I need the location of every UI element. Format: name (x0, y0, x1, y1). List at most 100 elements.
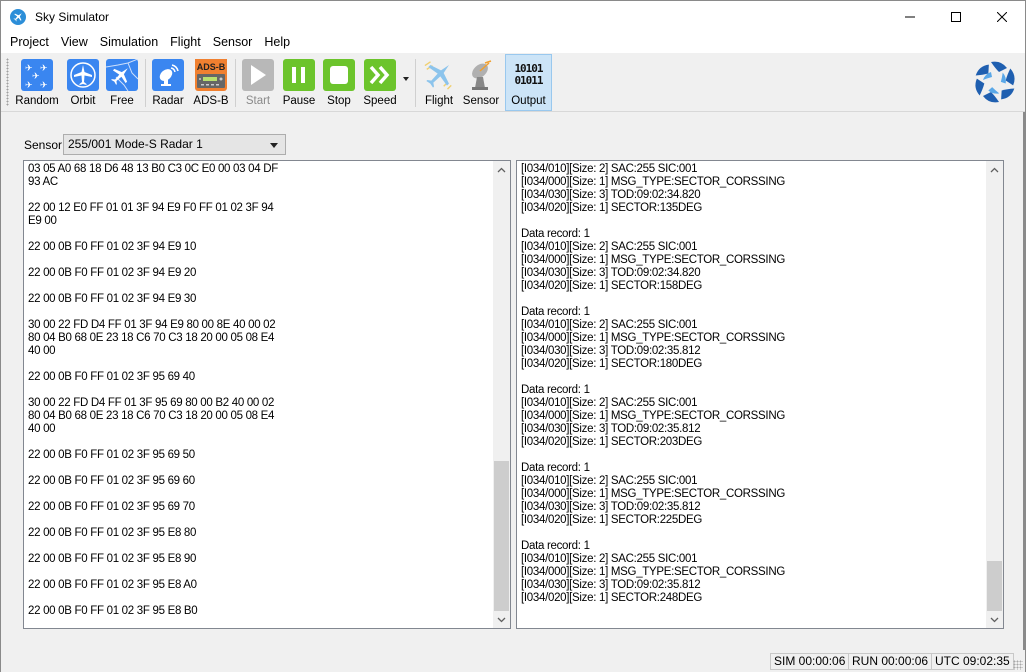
stop-button[interactable]: Stop (321, 55, 357, 110)
output-line: [I034/020][Size: 1] SECTOR:158DEG (521, 280, 703, 292)
output-line: [I034/030][Size: 3] TOD:09:02:34.820 (521, 267, 701, 279)
minimize-button[interactable] (887, 1, 933, 32)
speed-label: Speed (363, 95, 397, 107)
resize-grip[interactable] (1013, 660, 1023, 670)
output-line: [I034/000][Size: 1] MSG_TYPE:SECTOR_CORS… (521, 176, 785, 188)
svg-text:✈: ✈ (40, 63, 48, 73)
adsb-receiver-icon: ADS-B (195, 59, 227, 91)
scroll-down-button[interactable] (986, 611, 1003, 628)
scroll-up-button[interactable] (986, 161, 1003, 178)
minimize-icon (905, 16, 915, 17)
random-button[interactable]: ✈ ✈ ✈ ✈ ✈ Random (14, 55, 60, 110)
pause-button[interactable]: Pause (280, 55, 318, 110)
decoded-scrollbar[interactable] (986, 161, 1003, 628)
sim-time: SIM 00:00:06 (770, 653, 850, 670)
sensor-field-label: Sensor (24, 138, 63, 152)
menu-flight[interactable]: Flight (164, 32, 207, 53)
output-line: [I034/000][Size: 1] MSG_TYPE:SECTOR_CORS… (521, 332, 785, 344)
random-label: Random (15, 95, 59, 107)
toolbar-grip[interactable] (6, 58, 9, 106)
output-line: [I034/020][Size: 1] SECTOR:180DEG (521, 358, 703, 370)
menu-view[interactable]: View (55, 32, 94, 53)
output-line: 30 00 22 FD D4 FF 01 3F 94 E9 80 00 8E 4… (28, 319, 276, 331)
speed-dropdown-arrow-icon[interactable] (403, 77, 409, 81)
orbit-button[interactable]: Orbit (63, 55, 103, 110)
output-line: 80 04 B0 68 0E 23 18 C6 70 C3 18 20 00 0… (28, 332, 275, 344)
maximize-icon (951, 11, 961, 22)
output-line: [I034/010][Size: 2] SAC:255 SIC:001 (521, 553, 698, 565)
output-line: 22 00 0B F0 FF 01 02 3F 95 E8 90 (28, 553, 197, 565)
orbit-plane-icon (67, 59, 99, 91)
output-line: [I034/010][Size: 2] SAC:255 SIC:001 (521, 475, 698, 487)
utc-time: UTC 09:02:35 (931, 653, 1014, 670)
output-line: 22 00 0B F0 FF 01 02 3F 95 69 60 (28, 475, 195, 487)
hex-scrollbar[interactable] (493, 161, 510, 628)
maximize-button[interactable] (933, 1, 979, 32)
output-line: [I034/000][Size: 1] MSG_TYPE:SECTOR_CORS… (521, 410, 785, 422)
close-button[interactable] (979, 1, 1025, 32)
app-plane-icon (10, 8, 26, 25)
close-icon (997, 11, 1007, 22)
output-line: [I034/000][Size: 1] MSG_TYPE:SECTOR_CORS… (521, 488, 785, 500)
chevron-down-icon (497, 617, 506, 622)
adsb-button[interactable]: ADS-B ADS-B (191, 55, 231, 110)
output-label: Output (511, 95, 546, 107)
free-flight-icon (106, 59, 138, 91)
output-line: 80 04 B0 68 0E 23 18 C6 70 C3 18 20 00 0… (28, 410, 275, 422)
output-line: Data record: 1 (521, 228, 590, 240)
output-line: 22 00 0B F0 FF 01 02 3F 95 E8 A0 (28, 579, 197, 591)
menu-sensor[interactable]: Sensor (207, 32, 259, 53)
stop-icon (323, 59, 355, 91)
radar-dish-icon (152, 59, 184, 91)
sensor-antenna-icon (465, 59, 497, 91)
output-line: 30 00 22 FD D4 FF 01 3F 95 69 80 00 B2 4… (28, 397, 275, 409)
toolbar-separator (145, 59, 146, 107)
adsb-label: ADS-B (193, 95, 229, 107)
start-button[interactable]: Start (239, 55, 277, 110)
output-line: 22 00 0B F0 FF 01 02 3F 94 E9 30 (28, 293, 197, 305)
flight-button[interactable]: Flight (419, 55, 459, 110)
output-line: 22 00 0B F0 FF 01 02 3F 94 E9 20 (28, 267, 197, 279)
window-edge (1023, 112, 1025, 650)
scroll-thumb[interactable] (494, 461, 509, 611)
output-line: 22 00 12 E0 FF 01 01 3F 94 E9 F0 FF 01 0… (28, 202, 274, 214)
free-button[interactable]: Free (102, 55, 142, 110)
radar-button[interactable]: Radar (149, 55, 187, 110)
hex-output-panel[interactable]: 03 05 A0 68 18 D6 48 13 B0 C3 0C E0 00 0… (23, 160, 511, 629)
output-line: [I034/020][Size: 1] SECTOR:135DEG (521, 202, 703, 214)
sensor-button[interactable]: Sensor (461, 55, 501, 110)
output-button[interactable]: 10101 01011 Output (505, 54, 552, 111)
menu-bar: Project View Simulation Flight Sensor He… (1, 32, 1025, 53)
sensor-select[interactable]: 255/001 Mode-S Radar 1 (63, 134, 286, 155)
scroll-thumb[interactable] (987, 561, 1002, 611)
binary-output-icon: 10101 01011 (513, 59, 545, 91)
hex-output-text: 03 05 A0 68 18 D6 48 13 B0 C3 0C E0 00 0… (28, 163, 490, 618)
output-line: [I034/030][Size: 3] TOD:09:02:35.812 (521, 501, 701, 513)
fast-forward-icon (364, 59, 396, 91)
output-line: 22 00 0B F0 FF 01 02 3F 95 69 70 (28, 501, 195, 513)
scroll-down-button[interactable] (493, 611, 510, 628)
flight-label: Flight (424, 95, 454, 107)
play-icon (242, 59, 274, 91)
output-line: [I034/030][Size: 3] TOD:09:02:35.812 (521, 345, 701, 357)
decoded-output-panel[interactable]: [I034/010][Size: 2] SAC:255 SIC:001 [I034… (516, 160, 1004, 629)
main-window: Sky Simulator Project View Simulation Fl… (0, 0, 1026, 672)
output-line: [I034/010][Size: 2] SAC:255 SIC:001 (521, 163, 698, 175)
menu-simulation[interactable]: Simulation (94, 32, 164, 53)
menu-help[interactable]: Help (258, 32, 296, 53)
scroll-up-button[interactable] (493, 161, 510, 178)
output-line: E9 00 (28, 215, 57, 227)
output-line: Data record: 1 (521, 540, 590, 552)
speed-button[interactable]: Speed (360, 55, 400, 110)
menu-project[interactable]: Project (4, 32, 55, 53)
orbit-label: Orbit (70, 95, 96, 107)
output-line: [I034/010][Size: 2] SAC:255 SIC:001 (521, 319, 698, 331)
